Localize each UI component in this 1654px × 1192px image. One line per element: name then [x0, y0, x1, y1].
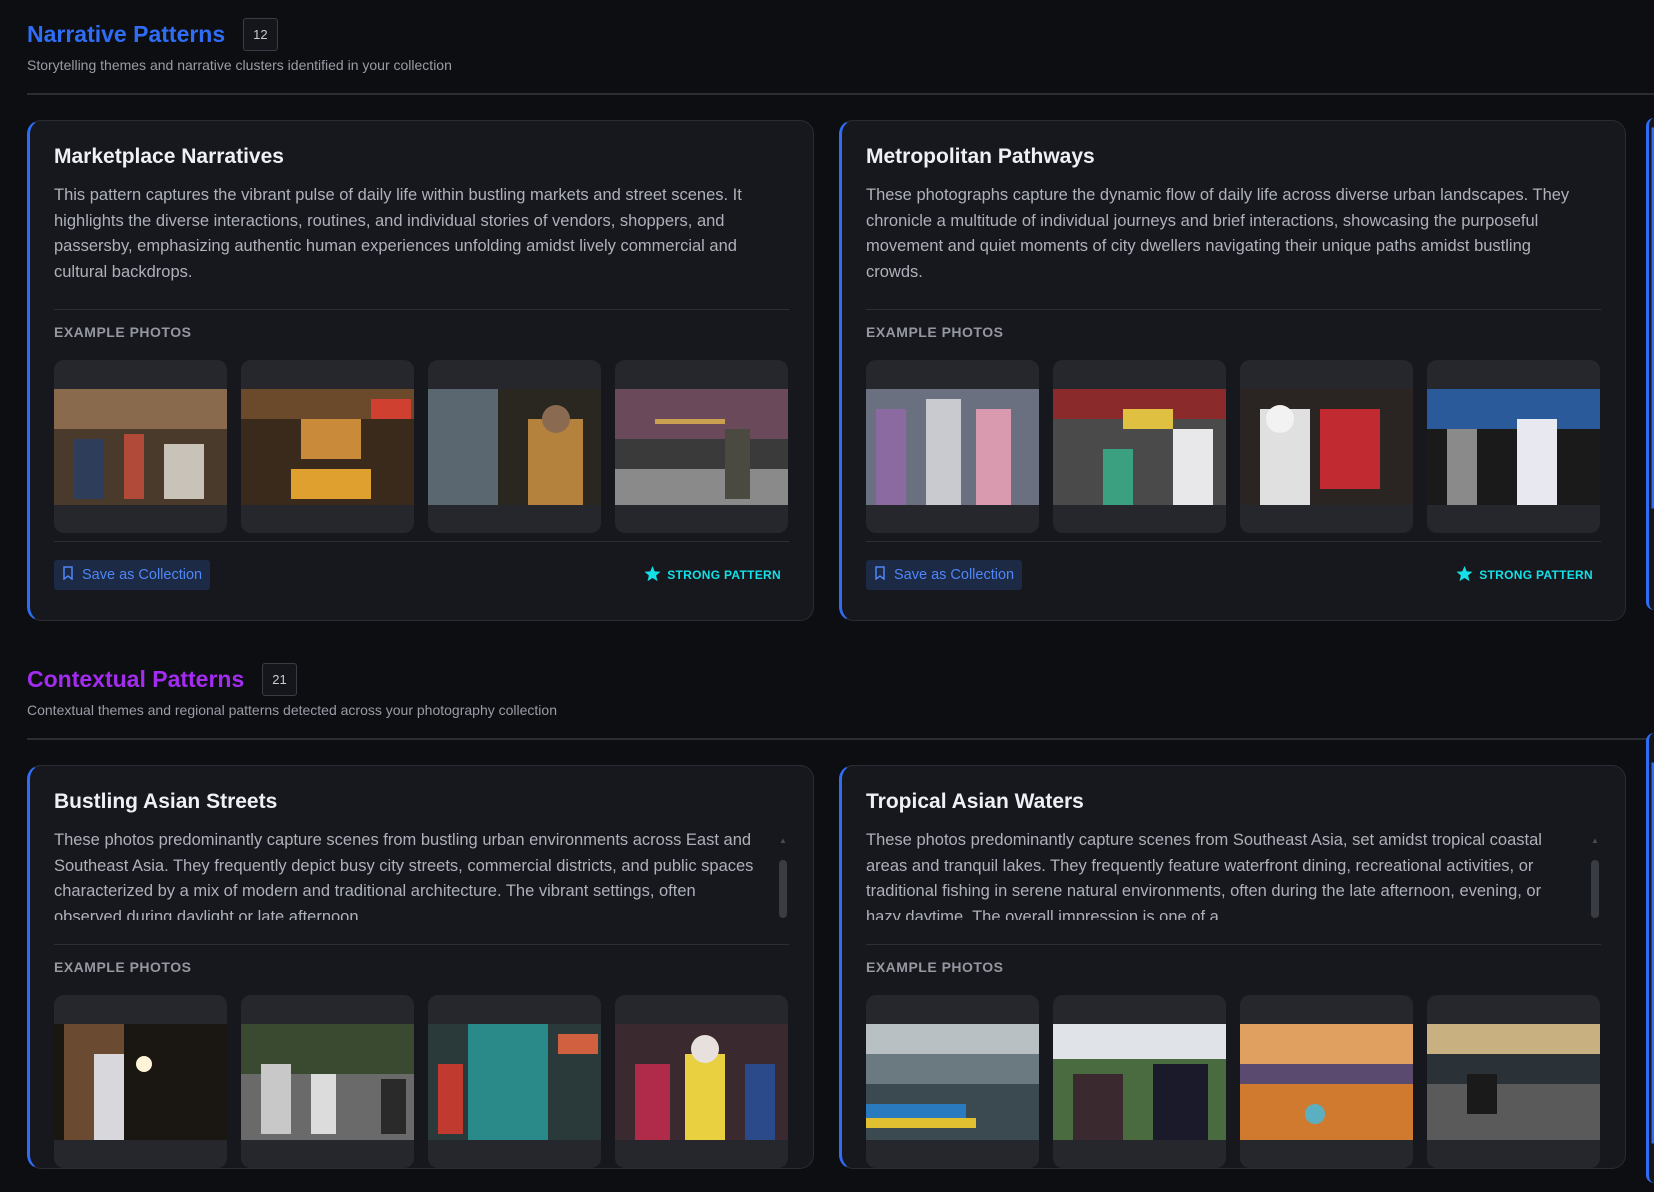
contextual-section: Contextual Patterns 21 Contextual themes…	[0, 621, 1654, 1183]
narrative-title: Narrative Patterns	[27, 21, 226, 47]
narrative-count-badge: 12	[243, 18, 278, 51]
photo-thumbnail[interactable]	[428, 360, 601, 533]
example-photos	[866, 995, 1601, 1168]
strong-pattern-label: STRONG PATTERN	[1479, 568, 1593, 582]
narrative-section: Narrative Patterns 12 Storytelling theme…	[0, 0, 1654, 621]
bookmark-icon	[62, 566, 74, 584]
scroll-up-icon[interactable]: ▲	[1589, 828, 1601, 854]
card-title: Tropical Asian Waters	[866, 790, 1084, 813]
strong-pattern-label: STRONG PATTERN	[667, 568, 781, 582]
card-title: Marketplace Narratives	[54, 145, 284, 168]
strong-pattern-badge: STRONG PATTERN	[1456, 565, 1593, 585]
example-photos	[54, 360, 789, 533]
photo-thumbnail[interactable]	[241, 360, 414, 533]
example-photos-label: EXAMPLE PHOTOS	[866, 959, 1004, 975]
bookmark-icon	[874, 566, 886, 584]
save-as-collection-button[interactable]: Save as Collection	[54, 560, 211, 590]
photo-thumbnail[interactable]	[1240, 360, 1413, 533]
strong-pattern-badge: STRONG PATTERN	[644, 565, 781, 585]
photo-thumbnail[interactable]	[615, 360, 788, 533]
contextual-count-badge: 21	[262, 663, 297, 696]
card-divider	[866, 309, 1601, 310]
photo-thumbnail[interactable]	[866, 995, 1039, 1168]
save-as-collection-button[interactable]: Save as Collection	[866, 560, 1023, 590]
description-scrollbar[interactable]: ▲ ▼	[777, 828, 789, 920]
star-icon	[1456, 565, 1473, 585]
photo-thumbnail[interactable]	[1053, 995, 1226, 1168]
photo-thumbnail[interactable]	[54, 995, 227, 1168]
example-photos-label: EXAMPLE PHOTOS	[866, 324, 1004, 340]
card-title: Metropolitan Pathways	[866, 145, 1095, 168]
next-card-edge[interactable]	[1646, 118, 1654, 610]
card-description-text: These photos predominantly capture scene…	[54, 831, 754, 920]
photo-thumbnail[interactable]	[428, 995, 601, 1168]
card-description: This pattern captures the vibrant pulse …	[54, 186, 742, 281]
card-divider	[54, 944, 789, 945]
contextual-title: Contextual Patterns	[27, 666, 245, 692]
example-photos	[866, 360, 1601, 533]
scroll-thumb[interactable]	[779, 859, 787, 918]
section-divider	[27, 93, 1654, 95]
card-title: Bustling Asian Streets	[54, 790, 278, 813]
narrative-subtitle: Storytelling themes and narrative cluste…	[27, 57, 452, 73]
photo-thumbnail[interactable]	[615, 995, 788, 1168]
example-photos-label: EXAMPLE PHOTOS	[54, 959, 192, 975]
pattern-card-metropolitan[interactable]: Metropolitan Pathways These photographs …	[839, 120, 1626, 621]
photo-thumbnail[interactable]	[1427, 360, 1600, 533]
card-divider	[866, 944, 1601, 945]
contextual-subtitle: Contextual themes and regional patterns …	[27, 702, 557, 718]
contextual-header: Contextual Patterns 21	[27, 663, 1654, 696]
description-scrollbar[interactable]: ▲ ▼	[1589, 828, 1601, 920]
pattern-card-bustling-streets[interactable]: Bustling Asian Streets These photos pred…	[27, 765, 814, 1169]
save-as-collection-label: Save as Collection	[894, 567, 1015, 583]
card-description: These photos predominantly capture scene…	[54, 828, 789, 920]
card-description-text: These photos predominantly capture scene…	[866, 831, 1542, 920]
next-card-edge[interactable]	[1646, 733, 1654, 1183]
photo-thumbnail[interactable]	[1053, 360, 1226, 533]
example-photos	[54, 995, 789, 1168]
photo-thumbnail[interactable]	[54, 360, 227, 533]
pattern-card-marketplace[interactable]: Marketplace Narratives This pattern capt…	[27, 120, 814, 621]
star-icon	[644, 565, 661, 585]
narrative-header: Narrative Patterns 12	[27, 18, 1654, 51]
example-photos-label: EXAMPLE PHOTOS	[54, 324, 192, 340]
card-description: These photos predominantly capture scene…	[866, 828, 1601, 920]
card-description: These photographs capture the dynamic fl…	[866, 186, 1570, 281]
card-divider	[54, 309, 789, 310]
scroll-up-icon[interactable]: ▲	[777, 828, 789, 854]
photo-thumbnail[interactable]	[241, 995, 414, 1168]
photo-thumbnail[interactable]	[866, 360, 1039, 533]
photo-thumbnail[interactable]	[1240, 995, 1413, 1168]
scroll-thumb[interactable]	[1591, 859, 1599, 918]
pattern-card-tropical-waters[interactable]: Tropical Asian Waters These photos predo…	[839, 765, 1626, 1169]
save-as-collection-label: Save as Collection	[82, 567, 203, 583]
photo-thumbnail[interactable]	[1427, 995, 1600, 1168]
section-divider	[27, 738, 1654, 740]
